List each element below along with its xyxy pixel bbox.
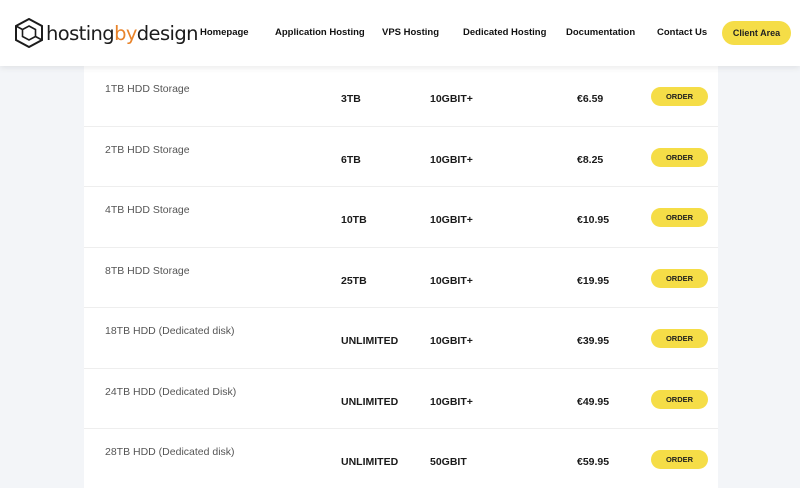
order-button[interactable]: ORDER — [651, 87, 708, 106]
plan-name: 4TB HDD Storage — [105, 204, 190, 216]
plan-speed: 10GBIT+ — [430, 214, 473, 226]
order-button[interactable]: ORDER — [651, 208, 708, 227]
plan-speed: 10GBIT+ — [430, 335, 473, 347]
plan-speed: 10GBIT+ — [430, 274, 473, 287]
plan-speed: 50GBIT — [430, 456, 467, 468]
nav-homepage[interactable]: Homepage — [200, 27, 249, 39]
site-header: hostingbydesign Homepage Application Hos… — [0, 0, 800, 66]
plan-price: €6.59 — [577, 93, 604, 105]
table-row: 18TB HDD (Dedicated disk) UNLIMITED 10GB… — [84, 308, 718, 369]
plan-price: €39.95 — [577, 335, 610, 347]
plans-table: 1TB HDD Storage 3TB 10GBIT+ €6.59 ORDER … — [84, 50, 718, 488]
plan-name: 28TB HDD (Dedicated disk) — [105, 446, 235, 458]
table-row: 1TB HDD Storage 3TB 10GBIT+ €6.59 ORDER — [84, 66, 718, 127]
nav-contact-us[interactable]: Contact Us — [657, 27, 707, 39]
order-button[interactable]: ORDER — [651, 147, 708, 167]
plan-storage: UNLIMITED — [341, 395, 399, 408]
order-button[interactable]: ORDER — [651, 268, 708, 288]
plan-speed: 10GBIT+ — [430, 153, 473, 166]
plan-storage: UNLIMITED — [341, 456, 399, 468]
plan-storage: 3TB — [341, 93, 361, 105]
table-row: 24TB HDD (Dedicated Disk) UNLIMITED 10GB… — [84, 369, 718, 429]
nav-dedicated-hosting[interactable]: Dedicated Hosting — [463, 27, 546, 39]
plan-name: 24TB HDD (Dedicated Disk) — [105, 385, 237, 398]
nav-documentation[interactable]: Documentation — [566, 27, 635, 39]
logo-text: hostingbydesign — [46, 21, 198, 45]
client-area-button[interactable]: Client Area — [722, 21, 791, 45]
plan-price: €8.25 — [577, 153, 604, 166]
plan-name: 1TB HDD Storage — [105, 83, 190, 95]
order-button[interactable]: ORDER — [651, 450, 708, 469]
table-row: 28TB HDD (Dedicated disk) UNLIMITED 50GB… — [84, 429, 718, 488]
plan-storage: 10TB — [341, 214, 367, 226]
plan-speed: 10GBIT+ — [430, 93, 473, 105]
table-row: 2TB HDD Storage 6TB 10GBIT+ €8.25 ORDER — [84, 127, 718, 187]
table-row: 8TB HDD Storage 25TB 10GBIT+ €19.95 ORDE… — [84, 248, 718, 308]
plan-price: €19.95 — [577, 274, 610, 287]
plan-price: €49.95 — [577, 395, 610, 408]
plan-price: €59.95 — [577, 456, 610, 468]
table-row: 4TB HDD Storage 10TB 10GBIT+ €10.95 ORDE… — [84, 187, 718, 248]
cube-logo-icon — [15, 18, 43, 48]
plan-storage: 6TB — [341, 153, 361, 166]
order-button[interactable]: ORDER — [651, 329, 708, 348]
plan-storage: 25TB — [341, 274, 367, 287]
plan-name: 2TB HDD Storage — [105, 143, 190, 156]
plan-name: 18TB HDD (Dedicated disk) — [105, 325, 235, 337]
plan-name: 8TB HDD Storage — [105, 264, 190, 277]
logo[interactable]: hostingbydesign — [15, 17, 198, 49]
plan-price: €10.95 — [577, 214, 610, 226]
order-button[interactable]: ORDER — [651, 389, 708, 409]
plan-storage: UNLIMITED — [341, 335, 399, 347]
plan-speed: 10GBIT+ — [430, 395, 473, 408]
nav-vps-hosting[interactable]: VPS Hosting — [382, 27, 439, 39]
nav-application-hosting[interactable]: Application Hosting — [275, 27, 365, 39]
